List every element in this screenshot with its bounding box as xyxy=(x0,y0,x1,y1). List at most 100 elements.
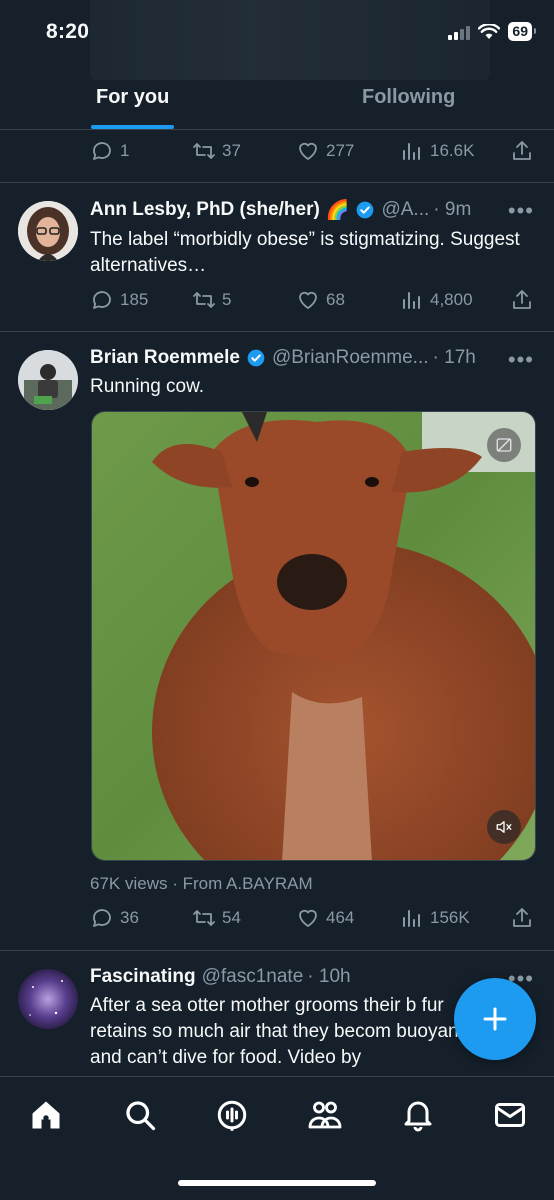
nav-search[interactable] xyxy=(122,1097,158,1133)
reply-count: 185 xyxy=(120,290,149,309)
like-count: 68 xyxy=(326,290,345,309)
avatar-fascinating[interactable] xyxy=(18,969,78,1029)
tweet-text: Running cow. xyxy=(90,376,205,397)
nav-messages[interactable] xyxy=(492,1097,528,1133)
retweet-icon xyxy=(193,910,215,926)
tweet-text: The label “morbidly obese” is stigmatizi… xyxy=(90,229,520,276)
tab-following[interactable]: Following xyxy=(362,86,455,109)
cow-video-frame xyxy=(92,412,535,860)
plus-icon xyxy=(483,1007,507,1031)
reply-button[interactable]: 185 xyxy=(90,288,148,312)
tweet-actions: 36 54 464 156K xyxy=(90,903,536,933)
search-icon xyxy=(126,1101,156,1131)
like-button[interactable]: 277 xyxy=(296,139,354,163)
video-views-source: 67K views · From A.BAYRAM xyxy=(90,874,313,893)
home-icon xyxy=(32,1101,60,1129)
spaces-icon xyxy=(217,1100,247,1131)
cellular-signal-icon xyxy=(448,24,471,40)
avatar-ann-lesby[interactable] xyxy=(18,201,78,261)
avatar-brian-roemmele[interactable] xyxy=(18,350,78,410)
reply-icon xyxy=(93,909,111,927)
heart-icon xyxy=(299,142,317,160)
communities-icon xyxy=(308,1101,342,1129)
author-handle[interactable]: @A... xyxy=(381,199,429,221)
rainbow-emoji: 🌈 xyxy=(325,200,350,221)
retweet-icon xyxy=(193,143,215,159)
nav-spaces[interactable] xyxy=(214,1097,250,1133)
retweet-button[interactable]: 5 xyxy=(192,288,231,312)
image-off-icon xyxy=(496,438,512,452)
tweet-time: · 10h xyxy=(307,966,351,987)
messages-icon xyxy=(495,1103,525,1127)
tweet-header: Ann Lesby, PhD (she/her) 🌈 @A... · 9m xyxy=(90,198,471,222)
author-name[interactable]: Brian Roemmele xyxy=(90,347,240,369)
retweet-count: 54 xyxy=(222,908,241,927)
more-options-icon[interactable]: ••• xyxy=(508,198,534,224)
retweet-button[interactable]: 54 xyxy=(192,906,241,930)
status-icons: 69 xyxy=(448,22,536,41)
like-button[interactable]: 464 xyxy=(296,906,354,930)
verified-badge-icon xyxy=(357,201,374,219)
views-count: 156K xyxy=(430,908,470,927)
views-button[interactable]: 156K xyxy=(400,906,470,930)
analytics-icon xyxy=(403,910,420,927)
author-name[interactable]: Fascinating xyxy=(90,966,196,988)
divider xyxy=(0,950,554,951)
heart-icon xyxy=(299,909,317,927)
tab-for-you[interactable]: For you xyxy=(96,86,169,109)
nav-communities[interactable] xyxy=(307,1097,343,1133)
share-button[interactable] xyxy=(510,288,534,312)
divider xyxy=(0,331,554,332)
retweet-count: 5 xyxy=(222,290,232,309)
timeline-tabs: For you Following xyxy=(0,70,554,130)
retweet-button[interactable]: 37 xyxy=(192,139,241,163)
reply-count: 36 xyxy=(120,908,139,927)
author-handle[interactable]: @fasc1nate xyxy=(202,966,304,988)
reply-button[interactable]: 36 xyxy=(90,906,139,930)
retweet-icon xyxy=(193,292,215,308)
tweet-actions: 185 5 68 4,800 xyxy=(90,285,536,315)
reply-icon xyxy=(93,291,111,309)
views-count: 16.6K xyxy=(430,141,475,160)
more-options-icon[interactable]: ••• xyxy=(508,347,534,373)
nav-notifications[interactable] xyxy=(400,1097,436,1133)
reply-button[interactable]: 1 xyxy=(90,139,129,163)
views-button[interactable]: 16.6K xyxy=(400,139,474,163)
reply-count: 1 xyxy=(120,141,130,160)
tweet-video[interactable] xyxy=(91,411,536,861)
like-count: 464 xyxy=(326,908,355,927)
compose-tweet-button[interactable] xyxy=(454,978,536,1060)
retweet-count: 37 xyxy=(222,141,241,160)
notifications-icon xyxy=(404,1101,432,1132)
verified-badge-icon xyxy=(247,349,265,367)
tweet-time: · 9m xyxy=(433,199,472,220)
nav-home[interactable] xyxy=(28,1097,64,1133)
battery-indicator: 69 xyxy=(508,22,536,41)
views-count: 4,800 xyxy=(430,290,473,309)
author-name[interactable]: Ann Lesby, PhD (she/her) xyxy=(90,199,320,221)
share-button[interactable] xyxy=(510,906,534,930)
share-icon xyxy=(513,290,531,309)
share-icon xyxy=(513,141,531,160)
reply-icon xyxy=(93,142,111,160)
author-handle[interactable]: @BrianRoemme... xyxy=(272,347,429,369)
active-tab-indicator xyxy=(91,125,174,129)
tweet-text: After a sea otter mother grooms their b … xyxy=(90,995,464,1068)
like-count: 277 xyxy=(326,141,355,160)
like-button[interactable]: 68 xyxy=(296,288,345,312)
mute-toggle-button[interactable] xyxy=(487,810,521,844)
tweet-time: · 17h xyxy=(432,347,476,368)
tweet-header: Fascinating @fasc1nate · 10h xyxy=(90,966,351,988)
tweet-actions: 1 37 277 16.6K xyxy=(90,136,536,166)
divider xyxy=(0,182,554,183)
analytics-icon xyxy=(403,143,420,160)
tweet-header: Brian Roemmele @BrianRoemme... · 17h xyxy=(90,347,476,369)
share-icon xyxy=(513,908,531,927)
analytics-icon xyxy=(403,292,420,309)
heart-icon xyxy=(299,291,317,309)
share-button[interactable] xyxy=(510,139,534,163)
home-indicator-bar xyxy=(178,1180,376,1186)
status-time: 8:20 xyxy=(46,20,90,43)
alt-image-toggle-icon[interactable] xyxy=(487,428,521,462)
views-button[interactable]: 4,800 xyxy=(400,288,473,312)
